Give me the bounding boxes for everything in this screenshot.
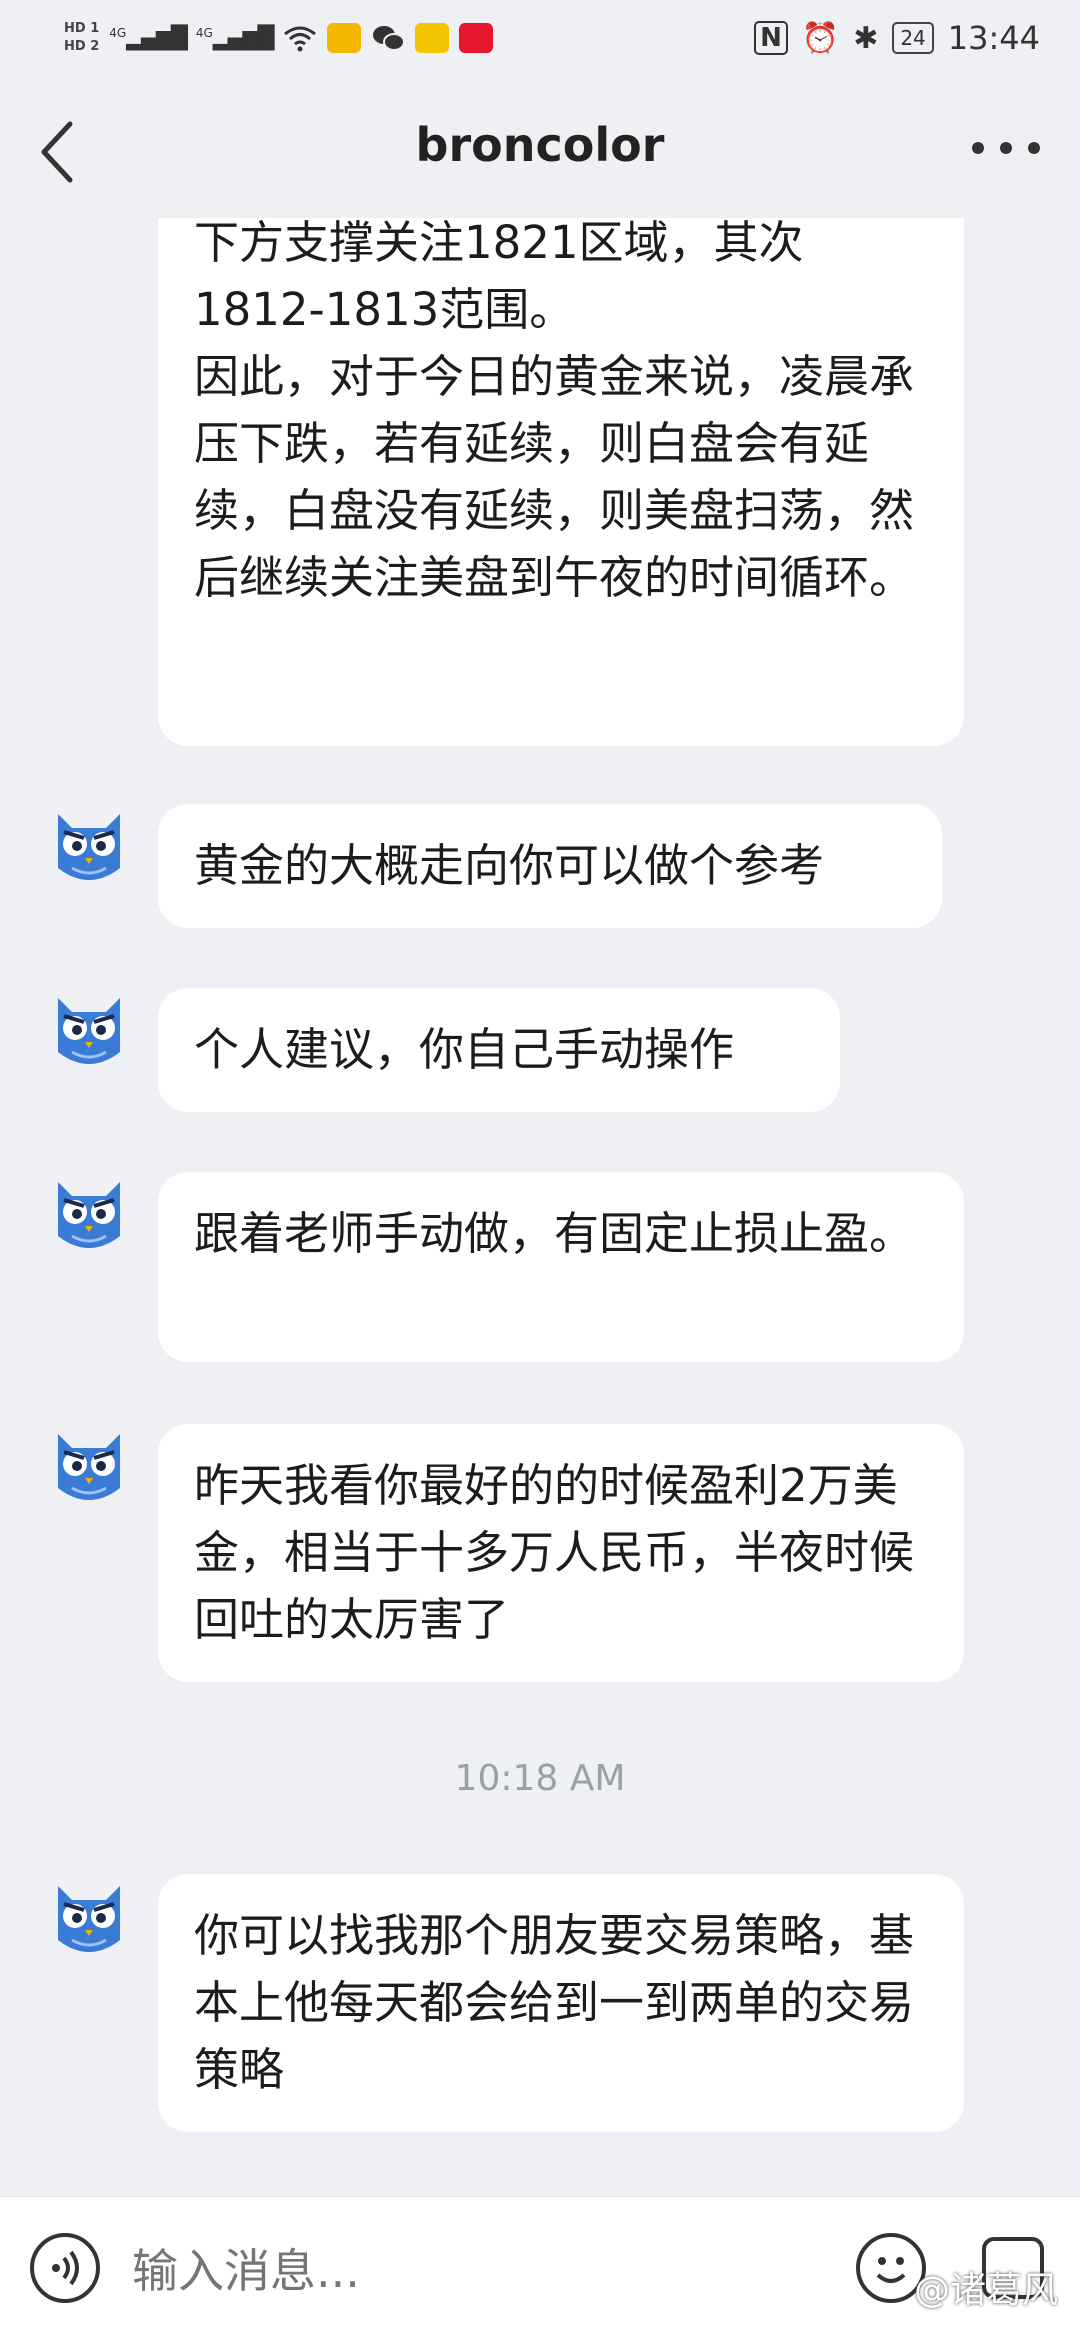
message-bubble[interactable]: 再1840-1842区域。 下方支撑关注1821区域，其次1812-1813范围… bbox=[158, 149, 964, 746]
message-bubble[interactable]: 你可以找我那个朋友要交易策略，基本上他每天都会给到一到两单的交易策略 bbox=[158, 1874, 964, 2132]
status-time: 13:44 bbox=[947, 19, 1040, 57]
battery-indicator: 24 bbox=[892, 22, 934, 54]
owl-avatar-icon[interactable] bbox=[50, 1880, 128, 1960]
signal-2-icon: 4G▂▄▆█ bbox=[195, 25, 275, 51]
message-timestamp: 10:18 AM bbox=[454, 1758, 626, 1799]
message-bubble[interactable]: 个人建议，你自己手动操作 bbox=[158, 988, 840, 1112]
message-text: 昨天我看你最好的的时候盈利2万美金，相当于十多万人民币，半夜时候回吐的太厉害了 bbox=[194, 1459, 915, 1646]
message-text: 你可以找我那个朋友要交易策略，基本上他每天都会给到一到两单的交易策略 bbox=[194, 1909, 915, 2096]
message-text: 跟着老师手动做，有固定止损止盈。 bbox=[194, 1207, 915, 1260]
status-left: HD 1 HD 2 4G▂▄▆█ 4G▂▄▆█ bbox=[64, 10, 493, 66]
input-bar: @诸葛风 bbox=[0, 2196, 1080, 2341]
message-bubble[interactable]: 昨天我看你最好的的时候盈利2万美金，相当于十多万人民币，半夜时候回吐的太厉害了 bbox=[158, 1424, 964, 1682]
signal-1-icon: 4G▂▄▆█ bbox=[109, 25, 188, 51]
message-input[interactable] bbox=[130, 2233, 834, 2309]
watermark: @诸葛风 bbox=[913, 2270, 1058, 2311]
alarm-icon: ⏰ bbox=[801, 20, 840, 56]
app-icon bbox=[414, 23, 449, 53]
status-right: N ⏰ ✱ 24 13:44 bbox=[754, 10, 1040, 66]
status-bar: HD 1 HD 2 4G▂▄▆█ 4G▂▄▆█ N ⏰ ✱ 24 13:44 bbox=[0, 0, 1080, 78]
owl-avatar-icon[interactable] bbox=[50, 808, 128, 888]
message-text: 个人建议，你自己手动操作 bbox=[194, 1023, 735, 1076]
bluetooth-icon: ✱ bbox=[853, 20, 879, 56]
mail-icon bbox=[326, 23, 361, 53]
message-text: 黄金的大概走向你可以做个参考 bbox=[194, 839, 825, 892]
wechat-icon bbox=[372, 26, 405, 51]
sim1-label: HD 1 bbox=[64, 21, 100, 36]
more-dots-icon[interactable] bbox=[966, 128, 1046, 168]
chat-header: broncolor bbox=[0, 78, 1080, 218]
nfc-icon: N bbox=[754, 21, 788, 55]
wifi-icon bbox=[283, 26, 316, 52]
voice-waves-icon bbox=[52, 2250, 79, 2286]
owl-avatar-icon[interactable] bbox=[50, 1428, 128, 1508]
owl-avatar-icon[interactable] bbox=[50, 992, 128, 1072]
sim2-label: HD 2 bbox=[64, 39, 100, 54]
voice-icon[interactable] bbox=[30, 2233, 100, 2303]
chat-title: broncolor bbox=[415, 118, 665, 172]
smile-face-icon bbox=[876, 2257, 906, 2283]
message-bubble[interactable]: 跟着老师手动做，有固定止损止盈。 bbox=[158, 1172, 964, 1362]
message-bubble[interactable]: 黄金的大概走向你可以做个参考 bbox=[158, 804, 942, 928]
sim-indicators: HD 1 HD 2 bbox=[64, 22, 99, 54]
weibo-icon bbox=[458, 23, 493, 53]
owl-avatar-icon[interactable] bbox=[50, 1176, 128, 1256]
